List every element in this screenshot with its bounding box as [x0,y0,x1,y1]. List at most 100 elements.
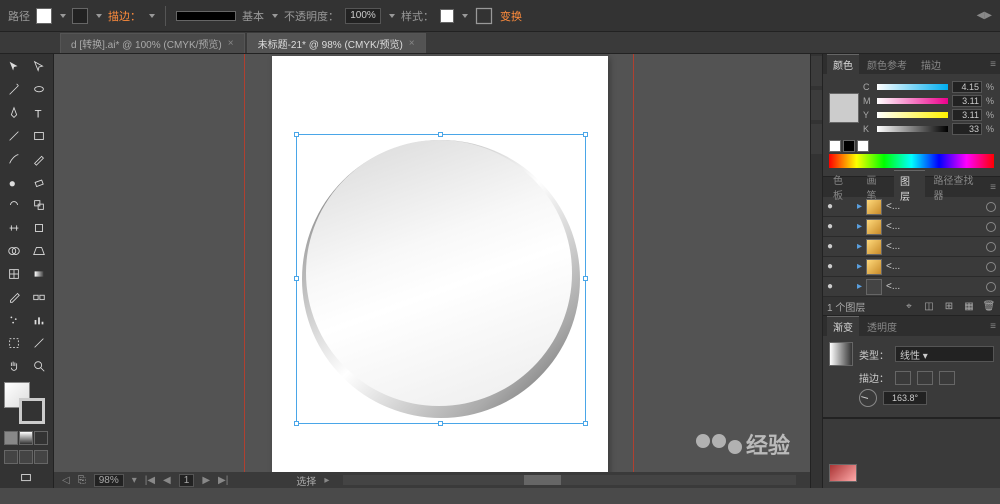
screen-mode-button[interactable] [2,467,50,489]
artboard-number[interactable]: 1 [179,474,195,487]
delete-layer-icon[interactable]: 🗑 [982,299,996,313]
style-dropdown-icon[interactable] [462,14,468,18]
close-icon[interactable]: × [228,38,234,49]
spectrum-picker[interactable] [829,154,994,168]
panel-menu-icon[interactable]: ≡ [990,182,996,193]
visibility-icon[interactable]: ● [827,281,839,292]
tab-pathfinder[interactable]: 路径查找器 [927,170,988,204]
layer-name[interactable]: <... [886,221,900,232]
transform-label[interactable]: 变换 [500,8,522,24]
type-tool[interactable]: T [27,102,51,124]
layer-thumbnail-icon[interactable] [866,219,882,235]
white-swatch-icon[interactable] [857,140,869,152]
gradient-type-select[interactable]: 线性 ▾ [895,346,994,362]
layer-thumbnail-icon[interactable] [866,279,882,295]
resize-handle[interactable] [583,132,588,137]
tab-gradient[interactable]: 渐变 [827,316,859,336]
visibility-icon[interactable]: ● [827,201,839,212]
fill-swatch[interactable] [36,8,52,24]
target-icon[interactable] [986,282,996,292]
selection-tool[interactable] [2,56,26,78]
new-layer-icon[interactable]: ▦ [962,299,976,313]
artboard-prev-icon[interactable]: ◁ [62,475,70,486]
zoom-field[interactable]: 98% [94,474,124,487]
color-preview-swatch[interactable] [829,93,859,123]
visibility-icon[interactable]: ● [827,241,839,252]
artboard-tool[interactable] [2,332,26,354]
prev-artboard-icon[interactable]: ◀ [163,475,171,486]
tab-color-guide[interactable]: 颜色参考 [861,55,913,74]
eyedropper-tool[interactable] [2,286,26,308]
stroke-color-icon[interactable] [19,398,45,424]
layer-row[interactable]: ● ▸ <... [823,257,1000,277]
angle-dial-icon[interactable] [859,389,877,407]
opacity-dropdown-icon[interactable] [389,14,395,18]
none-mode-icon[interactable] [34,431,48,445]
free-transform-tool[interactable] [27,217,51,239]
tab-swatches[interactable]: 色板 [827,170,858,204]
shape-builder-tool[interactable] [2,240,26,262]
make-clipping-mask-icon[interactable]: ◫ [922,299,936,313]
new-sublayer-icon[interactable]: ⊞ [942,299,956,313]
stroke-gradient-mode-3-icon[interactable] [939,371,955,385]
horizontal-scrollbar[interactable] [343,475,796,485]
tab-document-1[interactable]: d [转换].ai* @ 100% (CMYK/预览) × [60,33,245,53]
target-icon[interactable] [986,242,996,252]
visibility-icon[interactable]: ● [827,261,839,272]
width-tool[interactable] [2,217,26,239]
layer-row[interactable]: ● ▸ <... [823,217,1000,237]
eraser-tool[interactable] [27,171,51,193]
status-menu-icon[interactable]: ▸ [324,475,329,486]
pencil-tool[interactable] [27,148,51,170]
panel-menu-icon[interactable]: ≡ [990,321,996,332]
channel-value[interactable]: 3.11 [952,95,982,107]
hand-tool[interactable] [2,355,26,377]
channel-slider[interactable] [877,84,948,90]
layer-thumbnail-icon[interactable] [866,239,882,255]
locate-object-icon[interactable]: ⌖ [902,299,916,313]
gradient-tool[interactable] [27,263,51,285]
none-swatch-icon[interactable] [829,140,841,152]
artboard-export-icon[interactable]: ⎘ [78,475,86,486]
tab-color[interactable]: 颜色 [827,54,859,74]
doc-setup-icon[interactable] [474,6,494,26]
target-icon[interactable] [986,222,996,232]
slice-tool[interactable] [27,332,51,354]
channel-value[interactable]: 33 [952,123,982,135]
fill-stroke-control[interactable] [4,382,49,424]
style-swatch[interactable] [440,9,454,23]
scale-tool[interactable] [27,194,51,216]
panel-menu-icon[interactable]: ≡ [990,59,996,70]
blend-tool[interactable] [27,286,51,308]
layer-thumbnail-icon[interactable] [866,259,882,275]
canvas[interactable]: 经验 ◁ ⎘ 98% ▾ |◀ ◀ 1 ▶ ▶| 选择 ▸ [54,54,810,488]
mesh-tool[interactable] [2,263,26,285]
close-icon[interactable]: × [409,38,415,49]
tab-transparency[interactable]: 透明度 [861,317,903,336]
layer-name[interactable]: <... [886,261,900,272]
resize-handle[interactable] [294,421,299,426]
layer-name[interactable]: <... [886,241,900,252]
line-tool[interactable] [2,125,26,147]
tab-layers[interactable]: 图层 [894,170,925,205]
rectangle-tool[interactable] [27,125,51,147]
brush-dropdown-icon[interactable] [272,14,278,18]
stroke-gradient-mode-1-icon[interactable] [895,371,911,385]
direct-selection-tool[interactable] [27,56,51,78]
next-artboard-icon[interactable]: ▶ [202,475,210,486]
pen-tool[interactable] [2,102,26,124]
resize-handle[interactable] [294,276,299,281]
black-swatch-icon[interactable] [843,140,855,152]
zoom-tool[interactable] [27,355,51,377]
resize-handle[interactable] [583,421,588,426]
resize-handle[interactable] [438,421,443,426]
layer-row[interactable]: ● ▸ <... [823,237,1000,257]
layer-name[interactable]: <... [886,201,900,212]
tab-stroke[interactable]: 描边 [915,55,947,74]
stroke-weight-icon[interactable] [149,14,155,18]
resize-handle[interactable] [294,132,299,137]
zoom-dropdown-icon[interactable]: ▾ [132,475,137,486]
collapsed-panel-strip[interactable] [810,54,822,488]
paintbrush-tool[interactable] [2,148,26,170]
channel-slider[interactable] [877,126,948,132]
